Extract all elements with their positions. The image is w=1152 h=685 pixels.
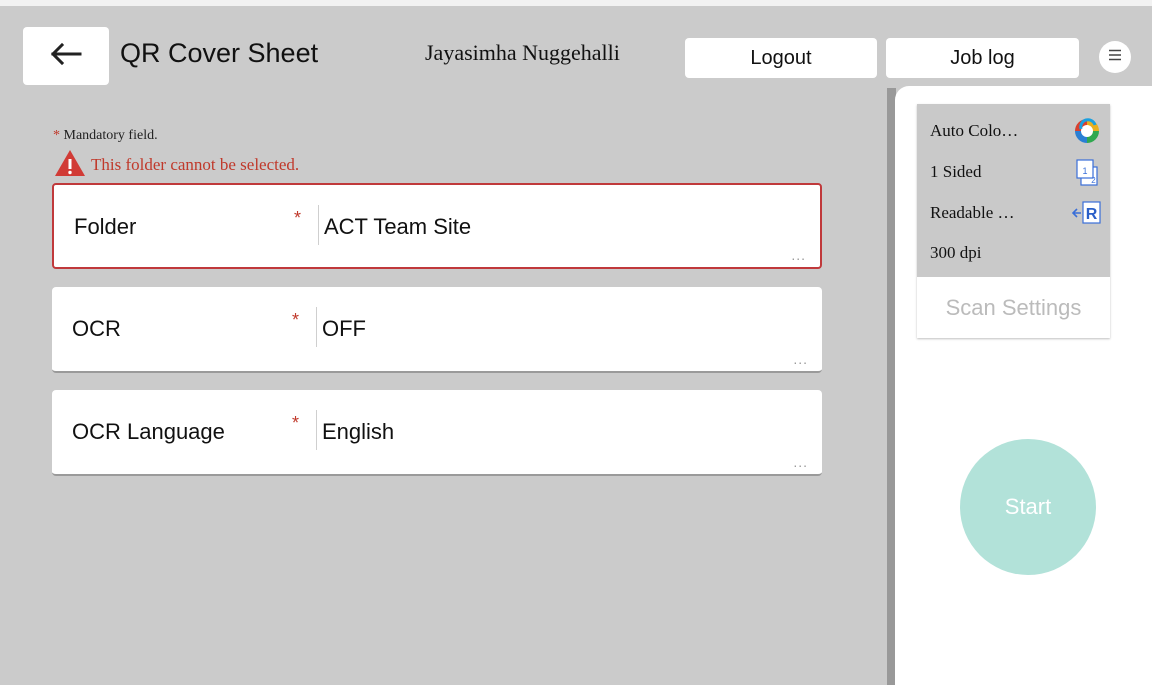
more-icon[interactable]: ... [793,351,808,367]
user-name: Jayasimha Nuggehalli [425,40,620,65]
field-separator [318,205,319,245]
logout-button[interactable]: Logout [685,38,877,78]
svg-text:R: R [1086,206,1098,223]
resolution-text: 300 dpi [930,243,982,262]
orientation-row: Readable … R [930,198,1102,228]
arrow-left-icon [49,42,83,71]
field-label: OCR [72,316,121,341]
readable-direction-icon: R [1070,198,1102,233]
error-message-text: This folder cannot be selected. [91,155,300,174]
resolution-row: 300 dpi [930,238,1102,268]
mandatory-note: * Mandatory field. [53,128,158,144]
page-title: QR Cover Sheet [120,38,319,68]
scan-settings-button[interactable]: Scan Settings [917,277,1110,338]
error-message: This folder cannot be selected. [53,148,300,183]
warning-icon [53,148,91,183]
field-label: Folder [74,214,137,239]
field-value: English [322,419,395,444]
more-icon[interactable]: ... [791,247,806,263]
back-button[interactable] [23,27,109,85]
field-value: ACT Team Site [324,214,472,239]
start-button[interactable]: Start [960,439,1096,575]
svg-text:1: 1 [1082,166,1087,176]
orientation-text: Readable … [930,203,1015,222]
job-log-button[interactable]: Job log [886,38,1079,78]
one-sided-icon: 1 2 [1072,157,1102,192]
auto-color-icon [1072,116,1102,151]
sides-text: 1 Sided [930,162,982,181]
mandatory-star: * [53,128,60,143]
field-separator [316,307,317,347]
menu-button[interactable] [1099,41,1131,73]
field-label: OCR Language [72,419,225,444]
svg-text:2: 2 [1091,176,1096,185]
field-value: OFF [322,316,366,341]
sides-row: 1 Sided 1 2 [930,157,1102,187]
mandatory-note-text: Mandatory field. [63,128,158,143]
field-separator [316,410,317,450]
required-star: * [294,208,302,228]
scan-summary[interactable]: Auto Colo… 1 Sided 1 2 Readable … R 300 … [917,104,1110,277]
color-mode-row: Auto Colo… [930,116,1102,146]
ocr-field[interactable]: OCR * OFF ... [52,287,822,373]
ocr-language-field[interactable]: OCR Language * English ... [52,390,822,476]
menu-icon [1108,48,1122,66]
required-star: * [292,310,300,330]
window-top-edge [0,0,1152,6]
more-icon[interactable]: ... [793,454,808,470]
folder-field[interactable]: Folder * ACT Team Site ... [52,183,822,269]
color-mode-text: Auto Colo… [930,121,1019,140]
scan-settings-card[interactable]: Auto Colo… 1 Sided 1 2 Readable … R 300 … [917,104,1110,338]
required-star: * [292,413,300,433]
